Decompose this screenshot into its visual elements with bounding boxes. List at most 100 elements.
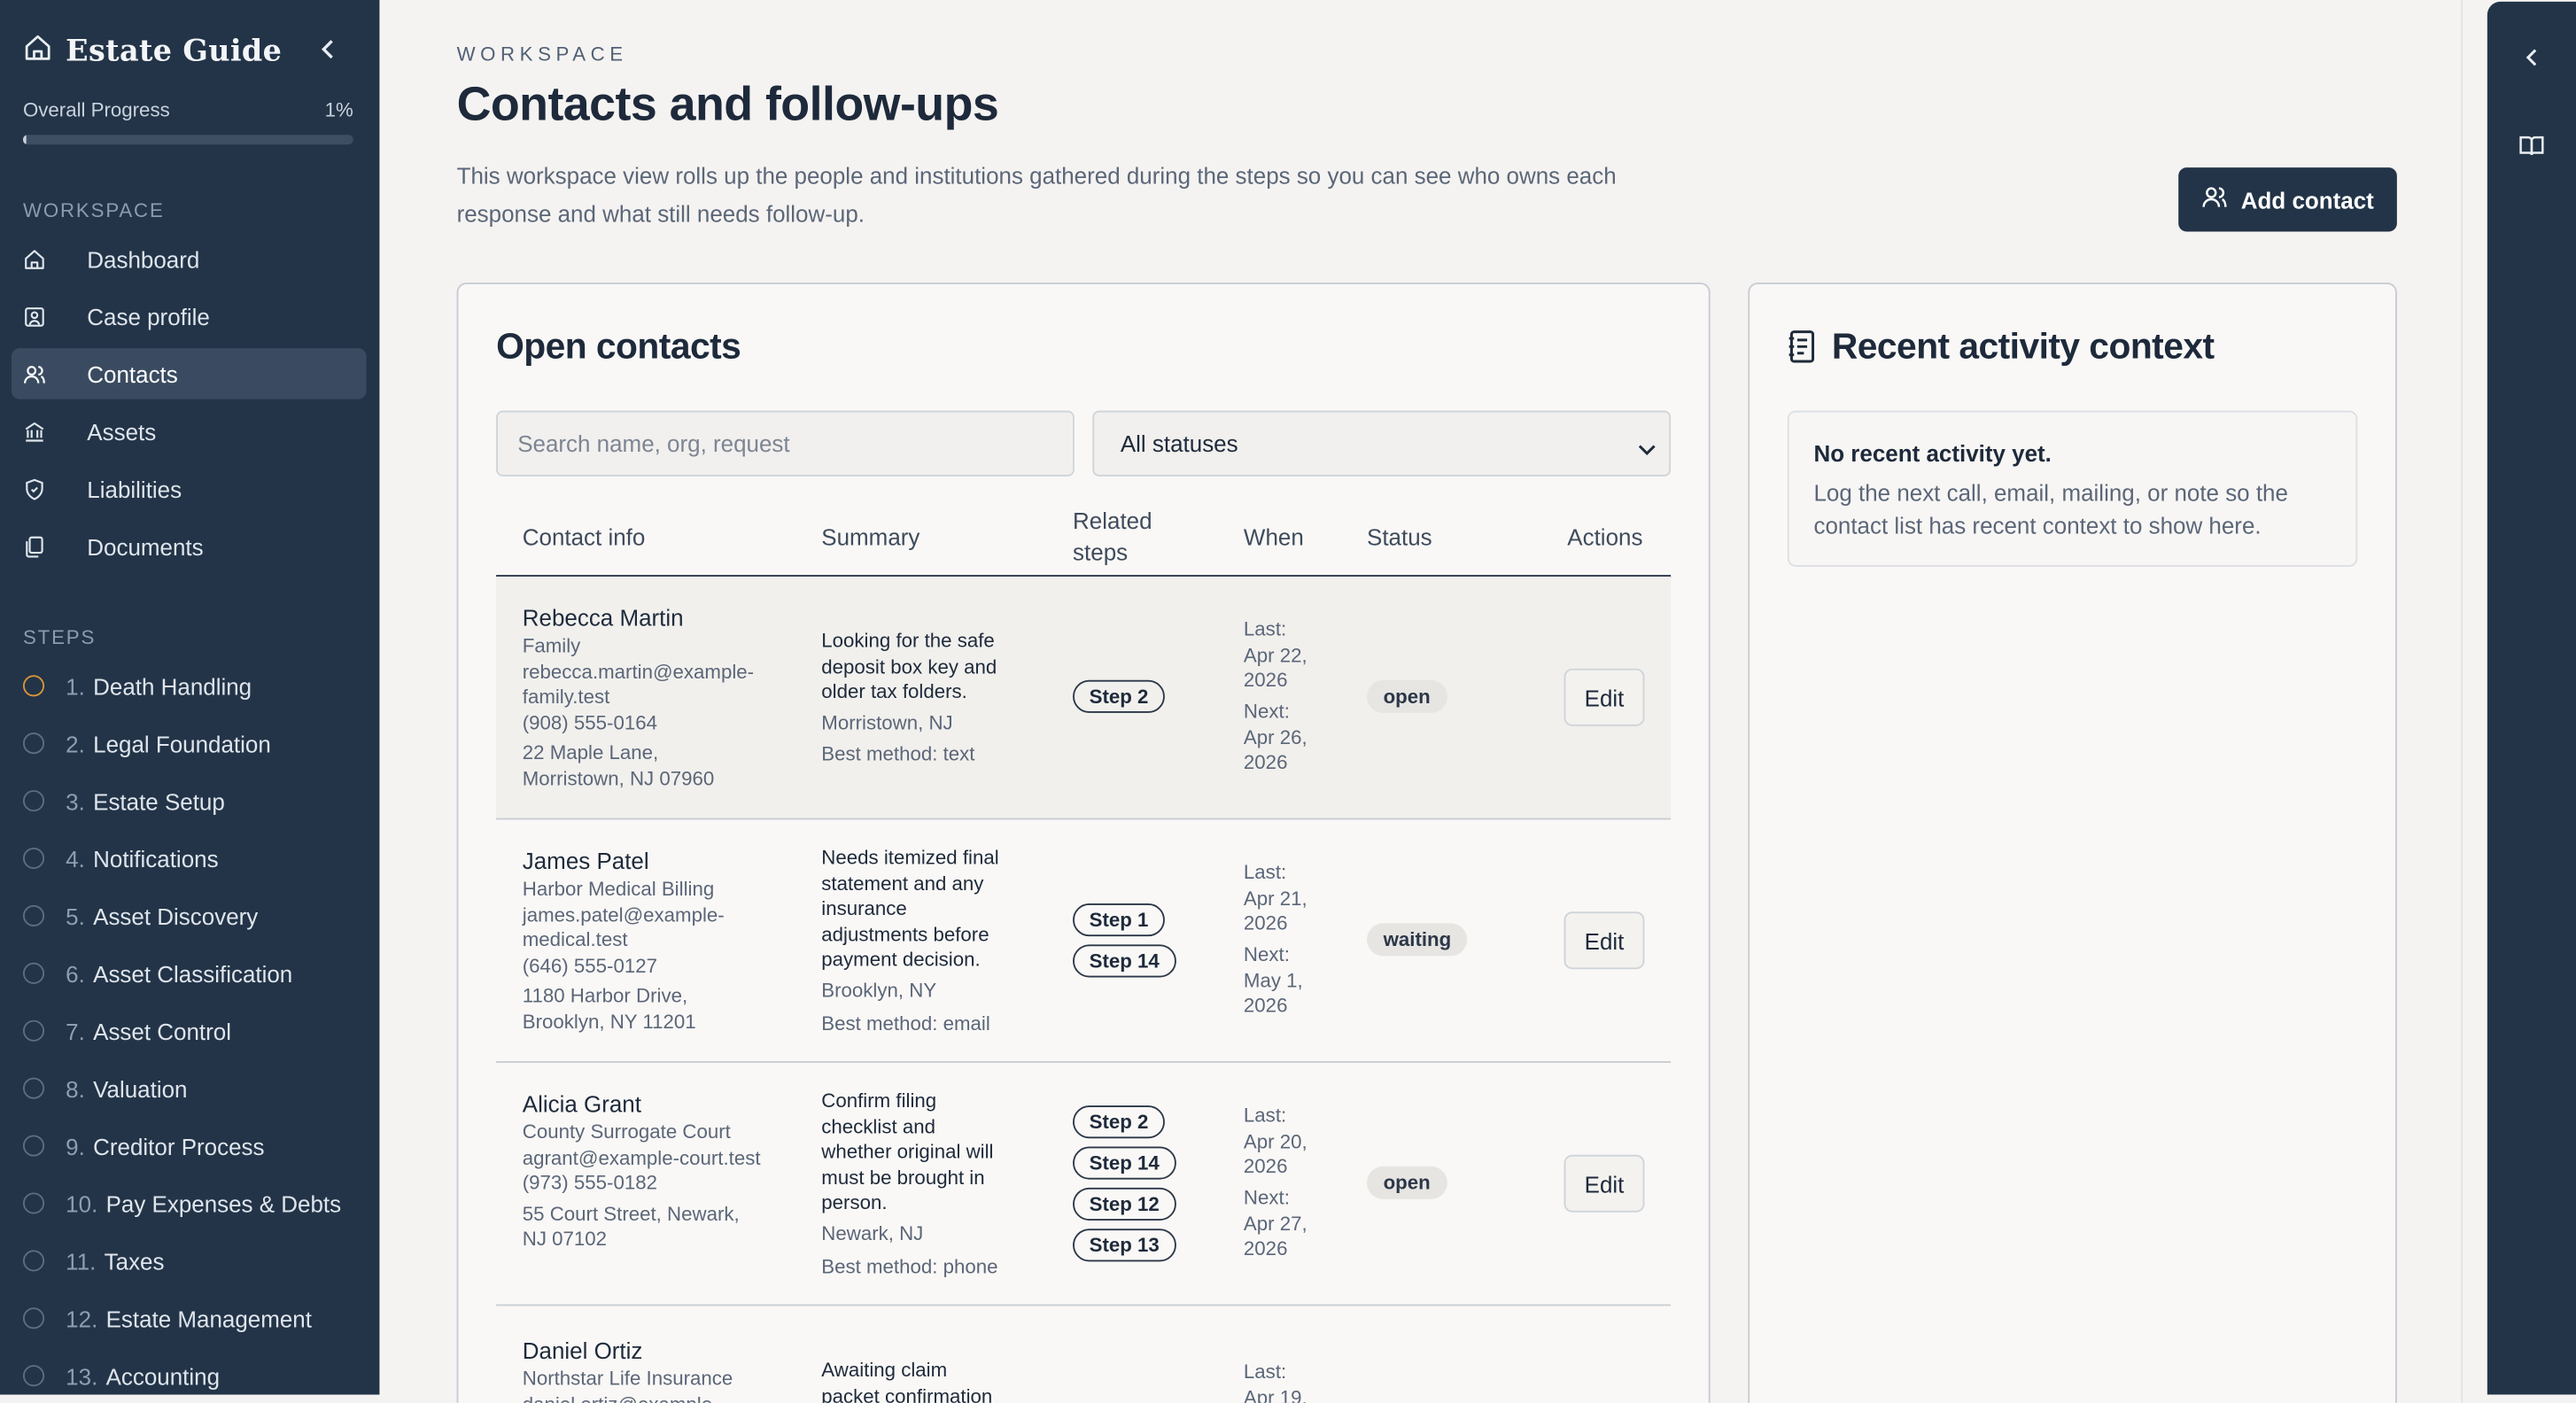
- summary-line: checklist and: [821, 1114, 935, 1138]
- contact-address: 55 Court Street, Newark,: [522, 1202, 740, 1226]
- last-contact-line: 2026: [1243, 911, 1288, 935]
- empty-activity-state: No recent activity yet. Log the next cal…: [1787, 410, 2358, 567]
- status-badge: waiting: [1367, 923, 1468, 957]
- step-item-11[interactable]: 11. Taxes: [12, 1236, 367, 1286]
- step-link-pill[interactable]: Step 1: [1073, 903, 1165, 936]
- summary-cell: Looking for the safe deposit box key and o…: [821, 629, 1031, 769]
- contact-phone: (973) 555-0182: [522, 1171, 657, 1195]
- sidebar-item-assets[interactable]: Assets: [12, 406, 367, 456]
- chevron-left-icon: [321, 38, 338, 67]
- sidebar-item-liabilities[interactable]: Liabilities: [12, 463, 367, 514]
- summary-cell: Awaiting claim packet confirmation: [821, 1359, 1031, 1403]
- summary-cell: Confirm filing checklist and whether origi…: [821, 1089, 1031, 1280]
- edit-contact-button[interactable]: Edit: [1563, 911, 1645, 970]
- sidebar-item-dashboard[interactable]: Dashboard: [12, 233, 367, 283]
- step-status-circle-icon: [22, 733, 45, 755]
- step-item-6[interactable]: 6. Asset Classification: [12, 948, 367, 998]
- add-contact-button[interactable]: Add contact: [2178, 167, 2397, 232]
- contact-name: James Patel: [522, 847, 649, 874]
- summary-line: person.: [821, 1191, 888, 1215]
- summary-line: insurance: [821, 896, 907, 920]
- step-link-pill[interactable]: Step 14: [1073, 1146, 1176, 1180]
- step-link-pill[interactable]: Step 2: [1073, 1105, 1165, 1139]
- contact-info-cell: Alicia Grant County Surrogate Court agrant…: [523, 1090, 761, 1253]
- contact-org: Harbor Medical Billing: [522, 877, 715, 901]
- page-eyebrow: WORKSPACE: [456, 43, 628, 66]
- contact-email: daniel.ortiz@example-: [523, 1392, 733, 1403]
- contact-org: County Surrogate Court: [522, 1120, 731, 1143]
- status-badge: open: [1367, 1166, 1447, 1199]
- sidebar-item-documents[interactable]: Documents: [12, 521, 367, 571]
- step-status-circle-icon: [22, 1365, 45, 1387]
- related-steps-cell: Step 2 Step 14 Step 12 Step 13: [1073, 1105, 1176, 1269]
- step-item-1[interactable]: 1. Death Handling: [12, 661, 367, 711]
- page-description: This workspace view rolls up the people …: [456, 162, 1617, 227]
- add-contact-label: Add contact: [2240, 186, 2374, 213]
- contact-org: Family: [522, 633, 581, 657]
- step-status-circle-icon: [22, 1307, 45, 1329]
- step-item-12[interactable]: 12. Estate Management: [12, 1293, 367, 1344]
- step-item-5[interactable]: 5. Asset Discovery: [12, 890, 367, 941]
- last-contact-line: Last:: [1243, 617, 1287, 641]
- summary-line: whether original will: [821, 1140, 994, 1164]
- collapse-sidebar-button[interactable]: [312, 36, 345, 69]
- step-link-pill[interactable]: Step 13: [1073, 1229, 1176, 1262]
- column-header-contact: Contact info: [522, 523, 646, 551]
- workspace-section-label: WORKSPACE: [22, 198, 165, 222]
- expand-panel-button[interactable]: [2517, 46, 2546, 75]
- status-filter-select[interactable]: All statuses: [1092, 410, 1672, 477]
- contact-email: rebecca.martin@example-: [522, 659, 755, 683]
- summary-location: Newark, NJ: [821, 1221, 924, 1245]
- chevron-down-icon: [1638, 435, 1656, 461]
- when-cell: Last: Apr 21, 2026 Next: May 1, 2026: [1244, 861, 1307, 1020]
- step-item-9[interactable]: 9. Creditor Process: [12, 1120, 367, 1171]
- sidebar-item-contacts[interactable]: Contacts: [11, 348, 367, 399]
- related-steps-cell: Step 2: [1073, 679, 1165, 720]
- table-row: Rebecca Martin Family rebecca.martin@examp…: [496, 576, 1672, 820]
- summary-cell: Needs itemized final statement and any ins…: [821, 846, 1031, 1036]
- sidebar-item-label: Assets: [87, 417, 157, 445]
- step-number: 7.: [66, 1017, 85, 1044]
- summary-line: Awaiting claim: [821, 1358, 948, 1382]
- step-link-pill[interactable]: Step 12: [1073, 1187, 1176, 1221]
- contact-name: Alicia Grant: [522, 1090, 641, 1118]
- step-item-2[interactable]: 2. Legal Foundation: [12, 717, 367, 768]
- contact-email: james.patel@example-: [522, 903, 725, 926]
- step-label: Accounting: [105, 1362, 221, 1390]
- brand[interactable]: Estate Guide: [23, 33, 282, 71]
- right-rail: [2487, 1, 2576, 1395]
- next-followup-line: Next:: [1243, 700, 1290, 724]
- step-label: Legal Foundation: [93, 730, 271, 757]
- summary-best-method: Best method: text: [821, 742, 975, 766]
- status-badge: open: [1367, 679, 1447, 713]
- progress-bar-fill: [22, 135, 27, 145]
- step-item-4[interactable]: 4. Notifications: [12, 833, 367, 883]
- column-header-summary: Summary: [821, 523, 920, 551]
- search-input[interactable]: [496, 410, 1075, 477]
- summary-line: deposit box key and: [821, 655, 997, 678]
- step-item-7[interactable]: 7. Asset Control: [12, 1005, 367, 1056]
- step-link-pill[interactable]: Step 2: [1073, 679, 1165, 713]
- status-cell: open: [1367, 679, 1447, 713]
- step-status-circle-icon: [22, 1250, 45, 1272]
- step-item-8[interactable]: 8. Valuation: [12, 1063, 367, 1113]
- home-icon: [23, 247, 66, 270]
- sidebar-item-case-profile[interactable]: Case profile: [12, 291, 367, 341]
- step-item-3[interactable]: 3. Estate Setup: [12, 775, 367, 826]
- open-contacts-title: Open contacts: [496, 325, 741, 367]
- contact-address: 1180 Harbor Drive,: [522, 984, 688, 1008]
- edit-contact-button[interactable]: Edit: [1563, 668, 1645, 726]
- step-item-10[interactable]: 10. Pay Expenses & Debts: [12, 1178, 367, 1229]
- step-number: 10.: [66, 1190, 98, 1217]
- step-item-13[interactable]: 13. Accounting: [12, 1350, 367, 1394]
- contact-email: agrant@example-court.test: [522, 1145, 761, 1169]
- chevron-left-icon: [2525, 46, 2540, 75]
- edit-contact-button[interactable]: Edit: [1563, 1154, 1645, 1213]
- users-icon: [23, 362, 66, 385]
- related-steps-cell: Step 1 Step 14: [1073, 903, 1176, 985]
- step-link-pill[interactable]: Step 14: [1073, 943, 1176, 977]
- guide-book-button[interactable]: [2517, 135, 2546, 164]
- contact-email-cont: medical.test: [522, 928, 628, 952]
- when-cell: Last: Apr 22, 2026 Next: Apr 26, 2026: [1244, 617, 1307, 777]
- contact-address-cont: Morristown, NJ 07960: [522, 767, 715, 791]
